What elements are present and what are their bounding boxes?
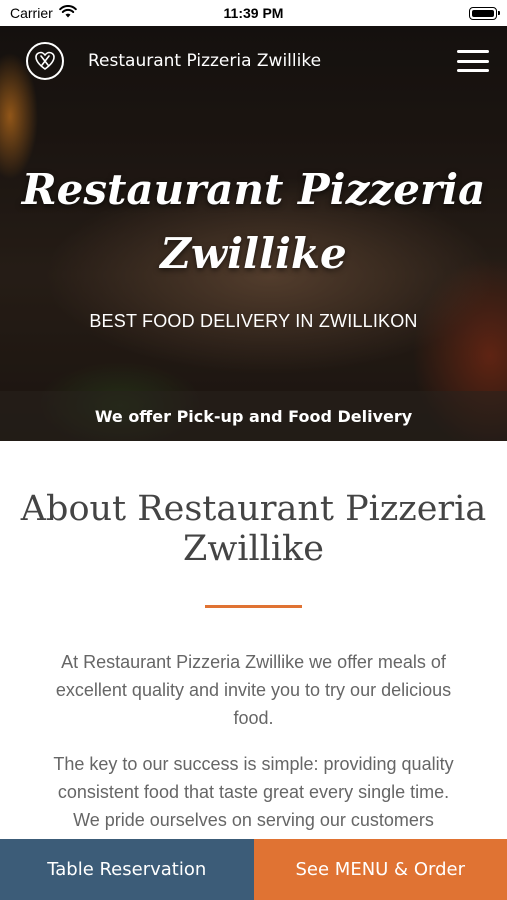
hamburger-line <box>457 69 489 72</box>
hamburger-line <box>457 50 489 53</box>
battery-icon <box>469 6 500 20</box>
status-left: Carrier <box>10 5 77 21</box>
about-paragraph-1-line: food. <box>233 708 274 728</box>
about-section: About Restaurant Pizzeria Zwillike At Re… <box>0 441 507 834</box>
accent-divider <box>205 605 302 608</box>
hero-title: Restaurant Pizzeria Zwillike <box>0 158 507 286</box>
about-paragraph-2-line: consistent food that taste great every s… <box>57 782 450 802</box>
about-paragraph-2: The key to our success is simple: provid… <box>0 750 507 834</box>
about-paragraph-1: At Restaurant Pizzeria Zwillike we offer… <box>0 648 507 732</box>
status-bar: Carrier 11:39 PM <box>0 0 507 26</box>
hamburger-line <box>457 59 489 63</box>
bottom-action-bar: Table Reservation See MENU & Order <box>0 839 507 900</box>
hero-title-line1: Restaurant Pizzeria <box>21 165 486 214</box>
wifi-icon <box>58 5 77 21</box>
fork-knife-heart-icon[interactable] <box>26 42 64 80</box>
see-menu-order-button[interactable]: See MENU & Order <box>253 839 507 900</box>
brand-name[interactable]: Restaurant Pizzeria Zwillike <box>88 51 321 71</box>
about-title: About Restaurant Pizzeria Zwillike <box>0 489 507 569</box>
top-nav: Restaurant Pizzeria Zwillike <box>0 26 507 96</box>
about-title-line1: About Restaurant Pizzeria <box>20 489 487 529</box>
about-paragraph-1-line: At Restaurant Pizzeria Zwillike we offer… <box>61 652 446 672</box>
table-reservation-button[interactable]: Table Reservation <box>0 839 254 900</box>
hero-section: Restaurant Pizzeria Zwillike Restaurant … <box>0 26 507 441</box>
hamburger-icon[interactable] <box>457 50 489 72</box>
about-paragraph-1-line: excellent quality and invite you to try … <box>55 680 452 700</box>
about-title-line2: Zwillike <box>183 529 324 569</box>
about-paragraph-2-line: We pride ourselves on serving our custom… <box>73 810 434 830</box>
delivery-band: We offer Pick-up and Food Delivery <box>0 391 507 441</box>
about-paragraph-2-line: The key to our success is simple: provid… <box>53 754 454 774</box>
hero-subtitle: BEST FOOD DELIVERY IN ZWILLIKON <box>89 311 418 331</box>
carrier-label: Carrier <box>10 5 53 21</box>
hero-title-line2: Zwillike <box>160 229 347 278</box>
